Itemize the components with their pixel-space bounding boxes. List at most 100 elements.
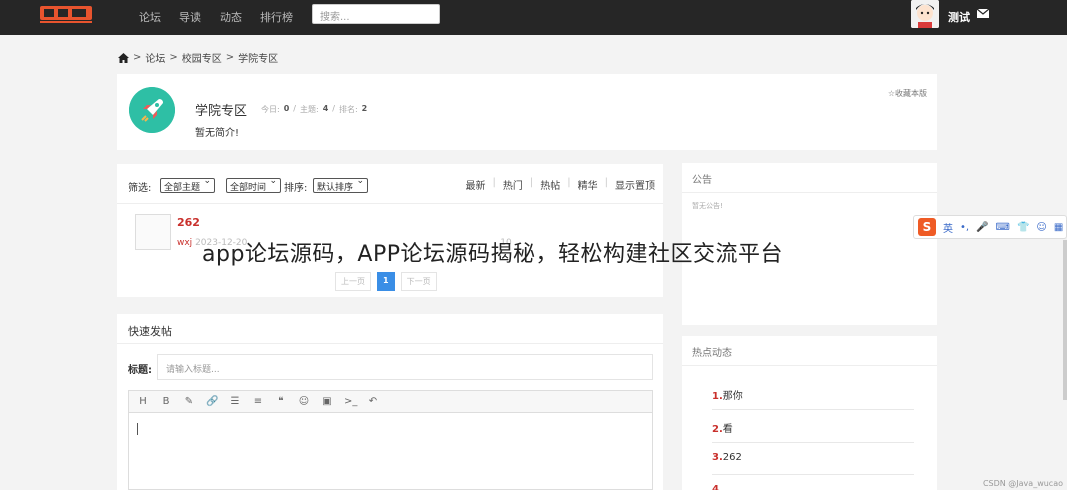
divider: |: [529, 177, 534, 188]
list-icon[interactable]: ☰: [229, 396, 241, 407]
quote-icon[interactable]: ❝: [275, 396, 287, 407]
search-input[interactable]: 搜索...: [312, 4, 440, 24]
hot-item[interactable]: 3.262: [712, 443, 914, 475]
post-editor[interactable]: H B ✎ 🔗 ☰ ≡ ❝ ☺ ▣ >_ ↶: [128, 390, 653, 490]
topic-filter-select[interactable]: 全部主题: [160, 176, 216, 193]
hot-item-number: 1.: [712, 391, 723, 402]
undo-icon[interactable]: ↶: [367, 396, 379, 407]
align-icon[interactable]: ≡: [252, 396, 264, 407]
sort-latest[interactable]: 最新: [466, 177, 486, 192]
sort-featured[interactable]: 精华: [578, 177, 598, 192]
sort-links: 最新 | 热门 | 热帖 | 精华 | 显示置顶: [466, 177, 656, 192]
breadcrumb-separator: >: [169, 52, 178, 63]
nav-forum[interactable]: 论坛: [139, 9, 161, 25]
sogou-logo-icon[interactable]: S: [918, 218, 936, 236]
sort-hot[interactable]: 热门: [503, 177, 523, 192]
nav-ranking[interactable]: 排行榜: [260, 9, 293, 25]
breadcrumb-college[interactable]: 学院专区: [238, 50, 278, 65]
microphone-icon[interactable]: 🎤: [976, 222, 988, 233]
sort-label: 排序:: [284, 183, 308, 194]
stat-rank: 2: [361, 104, 368, 113]
breadcrumb: > 论坛 > 校园专区 > 学院专区: [118, 50, 278, 65]
heading-icon[interactable]: H: [137, 396, 149, 407]
hot-item-number: 3.: [712, 452, 723, 463]
watermark: CSDN @Java_wucao: [982, 479, 1063, 488]
hot-item-text[interactable]: 262: [723, 452, 742, 463]
next-page-button[interactable]: 下一页: [400, 272, 437, 291]
hot-topics-card: 热点动态 1.那你 2.看 3.262 4.....: [682, 336, 937, 490]
top-navbar: 论坛 导读 动态 排行榜 搜索... 测试: [0, 0, 1067, 35]
show-pinned[interactable]: 显示置顶: [615, 177, 655, 192]
article-caption: app论坛源码，APP论坛源码揭秘，轻松构建社区交流平台: [202, 242, 783, 267]
stat-rank-label: 排名:: [338, 105, 358, 114]
topic-author[interactable]: wxj: [177, 238, 192, 248]
hot-item-text[interactable]: 那你: [723, 391, 743, 402]
hot-item-text[interactable]: 看: [723, 424, 733, 435]
stat-today: 0: [283, 104, 290, 113]
hot-item[interactable]: 1.那你: [712, 378, 914, 410]
stat-today-label: 今日:: [261, 105, 280, 114]
hot-item-number: 2.: [712, 424, 723, 435]
site-logo[interactable]: [40, 6, 92, 24]
breadcrumb-forum[interactable]: 论坛: [145, 50, 165, 65]
breadcrumb-separator: >: [133, 52, 142, 63]
notice-heading: 公告: [682, 163, 937, 193]
keyboard-icon[interactable]: ⌨: [996, 222, 1010, 233]
breadcrumb-separator: >: [225, 52, 235, 63]
nav-guide[interactable]: 导读: [179, 9, 201, 25]
forum-title: 学院专区: [195, 104, 248, 119]
filter-label: 筛选:: [128, 183, 152, 194]
stat-separator: /: [293, 104, 296, 113]
quick-post-card: 快速发帖 标题: 请输入标题... H B ✎ 🔗 ☰ ≡ ❝ ☺ ▣ >_ ↶: [117, 314, 663, 490]
home-icon[interactable]: [118, 52, 129, 63]
emoji-icon[interactable]: ☺: [1036, 222, 1046, 233]
divider: |: [567, 177, 571, 188]
emoji-icon[interactable]: ☺: [298, 396, 310, 407]
topic-list-card: 筛选: 全部主题 全部时间 排序: 默认排序 最新 | 热门 | 热帖 | 精华 | 显…: [117, 164, 663, 297]
page-1-button[interactable]: 1: [377, 272, 395, 291]
notice-text: 暂无公告!: [692, 202, 723, 210]
hot-item-text[interactable]: ....: [723, 484, 736, 490]
favorite-button[interactable]: ☆收藏本版: [888, 88, 927, 99]
mail-icon[interactable]: [976, 6, 990, 20]
brush-icon[interactable]: ✎: [183, 396, 195, 407]
prev-page-button[interactable]: 上一页: [335, 272, 371, 291]
scrollbar[interactable]: [1063, 240, 1067, 400]
title-input[interactable]: 请输入标题...: [157, 354, 653, 380]
text-cursor: [137, 423, 138, 435]
pagination: 上一页 1 下一页: [335, 272, 437, 291]
hot-item[interactable]: 2.看: [712, 411, 914, 443]
time-filter-select[interactable]: 全部时间: [226, 176, 282, 193]
hot-heading: 热点动态: [682, 336, 937, 366]
link-icon[interactable]: 🔗: [206, 396, 218, 407]
username[interactable]: 测试: [948, 9, 970, 25]
quick-post-heading: 快速发帖: [117, 314, 663, 344]
bold-icon[interactable]: B: [160, 396, 172, 407]
punctuation-icon[interactable]: •,: [960, 222, 969, 233]
apps-icon[interactable]: ▦: [1054, 222, 1063, 233]
breadcrumb-campus[interactable]: 校园专区: [182, 50, 222, 65]
forum-description: 暂无简介!: [195, 128, 240, 139]
stat-topics: 4: [322, 104, 329, 113]
filter-bar: 筛选: 全部主题 全部时间 排序: 默认排序 最新 | 热门 | 热帖 | 精华 | 显…: [117, 164, 663, 204]
hot-item-number: 4.: [712, 484, 723, 490]
code-icon[interactable]: >_: [344, 396, 357, 407]
rocket-icon: [129, 87, 175, 133]
topic-thumbnail[interactable]: [135, 214, 171, 250]
user-avatar[interactable]: [911, 0, 939, 28]
ime-language-toggle[interactable]: 英: [943, 220, 953, 235]
stat-separator: /: [332, 104, 335, 113]
stat-topics-label: 主题:: [299, 105, 319, 114]
ime-toolbar: S 英 •, 🎤 ⌨ 👕 ☺ ▦: [913, 215, 1067, 239]
sort-select[interactable]: 默认排序: [313, 176, 369, 193]
nav-activity[interactable]: 动态: [220, 9, 242, 25]
forum-stats: 今日: 0/ 主题: 4/ 排名: 2: [261, 104, 367, 115]
skin-icon[interactable]: 👕: [1017, 222, 1029, 233]
image-icon[interactable]: ▣: [321, 396, 333, 407]
forum-header-card: 学院专区 今日: 0/ 主题: 4/ 排名: 2 暂无简介! ☆收藏本版: [117, 74, 937, 150]
divider: |: [604, 177, 608, 188]
divider: |: [492, 177, 496, 188]
topic-title[interactable]: 262: [177, 216, 200, 229]
hot-item[interactable]: 4.....: [712, 475, 914, 490]
sort-hot-posts[interactable]: 热帖: [540, 177, 560, 192]
